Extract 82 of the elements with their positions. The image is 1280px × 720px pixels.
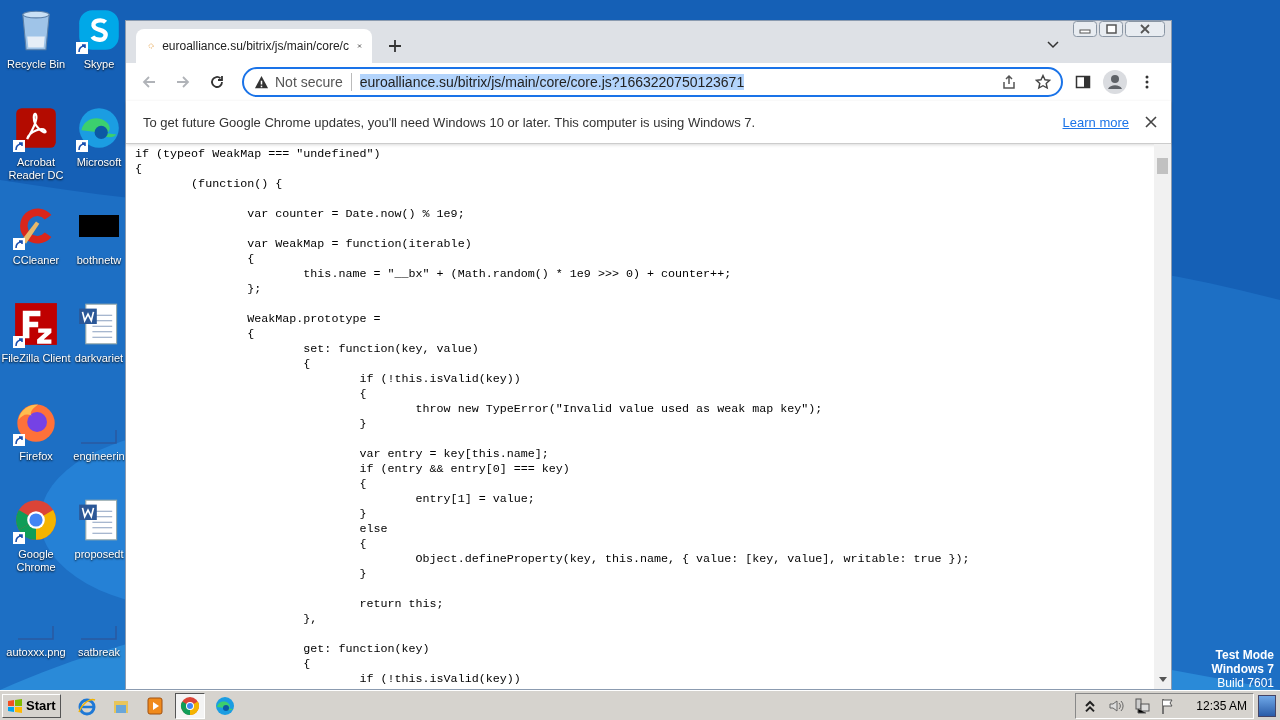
code-line: {: [302, 357, 312, 372]
code-line: if (entry && entry[0] === key): [358, 462, 571, 477]
profile-avatar-icon[interactable]: [1103, 70, 1127, 94]
volume-icon[interactable]: [1108, 697, 1125, 714]
code-line: var counter = Date.now() % 1e9;: [246, 207, 466, 222]
start-button[interactable]: Start: [2, 693, 61, 718]
desktop-icon-label[interactable]: bothnetw: [76, 254, 122, 267]
address-bar[interactable]: Not secure euroalliance.su/bitrix/js/main/core/core.js?1663220750123671: [242, 67, 1063, 97]
taskbar-app-button[interactable]: [174, 692, 205, 719]
code-line: (function() {: [190, 177, 284, 192]
windows-logo-icon: [7, 698, 23, 713]
test-mode-text: Windows 7: [1211, 662, 1274, 676]
close-button[interactable]: [1125, 21, 1165, 37]
desktop-icon-label[interactable]: CCleaner: [12, 254, 60, 267]
code-line: {: [246, 327, 256, 342]
code-line: {: [358, 387, 368, 402]
acrobat-icon: [14, 106, 58, 150]
tab-search-chevron-icon[interactable]: [1047, 41, 1059, 49]
code-line: var entry = key[this.name];: [358, 447, 550, 462]
code-line: set: function(key, value): [302, 342, 480, 357]
desktop-icon-label[interactable]: darkvariet: [74, 352, 124, 365]
code-line: {: [302, 657, 312, 672]
star-icon[interactable]: [1035, 74, 1051, 90]
url-text: euroalliance.su/bitrix/js/main/core/core.js?1663220750123671: [359, 74, 745, 90]
code-line: };: [246, 282, 263, 297]
code-line: var WeakMap = function(iterable): [246, 237, 473, 252]
desktop-icon-label[interactable]: satbreak: [77, 646, 121, 659]
edge-icon: [77, 106, 121, 150]
code-line: Object.defineProperty(key, this.name, { value: [key, value], writable: true });: [414, 552, 971, 567]
network-icon[interactable]: [1134, 697, 1151, 714]
code-line: if (typeof WeakMap === "undefined"): [135, 147, 382, 162]
new-tab-icon[interactable]: [388, 39, 402, 53]
reload-icon[interactable]: [209, 74, 225, 90]
desktop-icon-label[interactable]: engineerin: [73, 450, 125, 463]
code-line: if (!this.isValid(key)): [358, 672, 522, 687]
not-secure-label[interactable]: Not secure: [275, 74, 343, 90]
code-line: {: [135, 162, 143, 177]
desktop-icon-label[interactable]: autoxxx.png: [6, 646, 66, 659]
code-line: return this;: [358, 597, 445, 612]
chrome-icon: [179, 695, 200, 716]
learn-more-link[interactable]: Learn more: [1062, 114, 1129, 130]
update-notice-text: To get future Google Chrome updates, you'll need Windows 10 or later. This computer is using Windows 7.: [143, 114, 756, 130]
code-line: get: function(key): [302, 642, 431, 657]
desktop-icon-label[interactable]: Acrobat Reader DC: [1, 156, 71, 182]
chrome-icon: [14, 498, 58, 542]
media-player-icon: [144, 695, 165, 716]
code-line: {: [358, 477, 368, 492]
code-line: WeakMap.prototype =: [246, 312, 382, 327]
code-line: {: [246, 252, 256, 267]
side-panel-icon[interactable]: [1075, 74, 1091, 90]
code-line: {: [358, 537, 368, 552]
edge-icon: [214, 695, 235, 716]
filezilla-icon: [14, 302, 58, 346]
code-line: entry[1] = value;: [414, 492, 536, 507]
desktop-icon-label[interactable]: Firefox: [19, 450, 53, 463]
clock-text[interactable]: 12:35 AM: [1196, 698, 1247, 713]
close-icon[interactable]: [1145, 116, 1157, 128]
show-desktop-button[interactable]: [1258, 694, 1276, 717]
desktop-icon-label[interactable]: Recycle Bin: [6, 58, 66, 71]
test-mode-text: Test Mode: [1215, 648, 1274, 662]
code-line: }: [358, 567, 368, 582]
test-mode-text: Build 7601: [1217, 676, 1274, 690]
code-line: if (!this.isValid(key)): [358, 372, 522, 387]
desktop-icon-label[interactable]: proposedt: [74, 548, 124, 561]
scrollbar-thumb[interactable]: [1157, 158, 1168, 174]
code-line: this.name = "__bx" + (Math.random() * 1e9 >>> 0) + counter++;: [302, 267, 733, 282]
desktop-icon-label[interactable]: FileZilla Client: [1, 352, 71, 365]
scroll-down-icon[interactable]: [1157, 677, 1168, 683]
desktop-icon-label[interactable]: Google Chrome: [1, 548, 71, 574]
code-line: }: [358, 417, 368, 432]
code-line: else: [358, 522, 389, 537]
restore-button[interactable]: [1099, 21, 1123, 37]
browser-tab[interactable]: euroalliance.su/bitrix/js/main/core/c: [136, 29, 372, 63]
desktop-icon-label[interactable]: Skype: [83, 58, 115, 71]
warning-icon: [254, 74, 269, 90]
code-line: throw new TypeError("Invalid value used as weak map key");: [414, 402, 824, 417]
minimize-button[interactable]: [1073, 21, 1097, 37]
desktop-icon-label[interactable]: Microsoft: [76, 156, 122, 169]
share-icon[interactable]: [1001, 74, 1017, 90]
scrollbar[interactable]: [1154, 144, 1171, 689]
code-line: },: [302, 612, 319, 627]
code-line: }: [358, 507, 368, 522]
